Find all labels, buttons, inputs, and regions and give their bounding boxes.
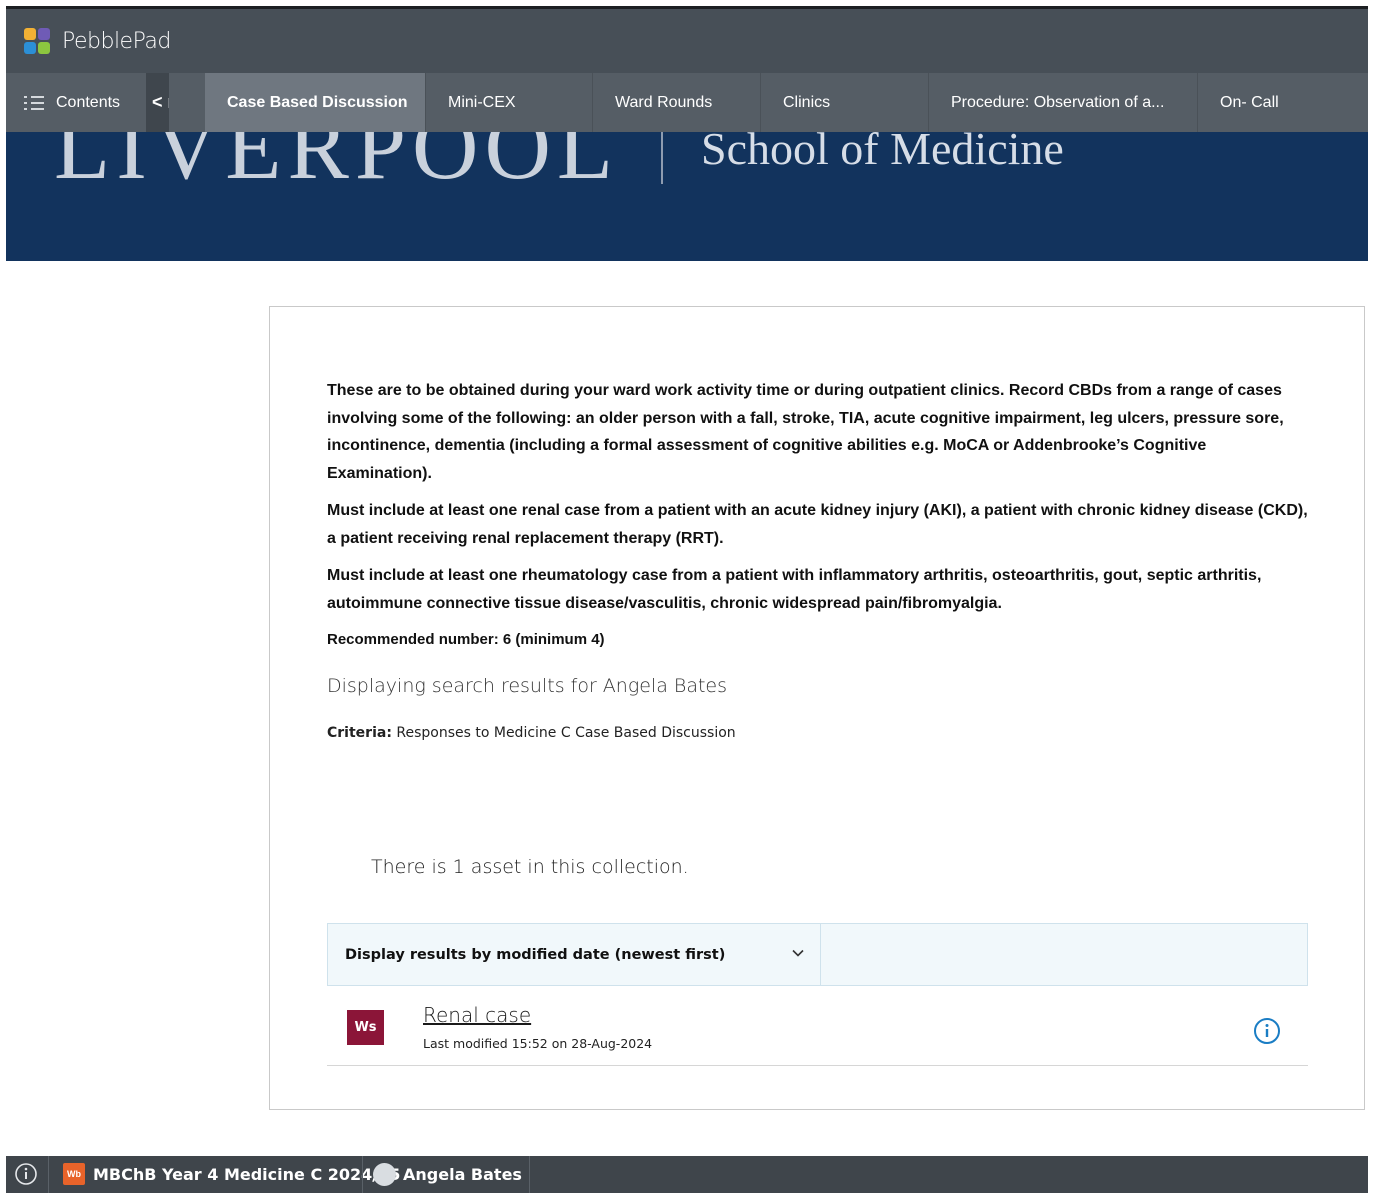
- workbook-link[interactable]: MBChB Year 4 Medicine C 2024/25: [93, 1165, 400, 1184]
- asset-row: Ws Renal case Last modified 15:52 on 28-…: [327, 997, 1308, 1066]
- tab-case-based-discussion[interactable]: Case Based Discussion: [205, 73, 426, 132]
- description-paragraph: These are to be obtained during your war…: [327, 382, 1284, 482]
- footer-bar: Wb MBChB Year 4 Medicine C 2024/25 Angel…: [6, 1156, 1368, 1193]
- info-icon[interactable]: [1253, 1017, 1281, 1045]
- asset-count: There is 1 asset in this collection.: [371, 856, 689, 878]
- banner-divider: [661, 132, 663, 184]
- nav-scroll-back-button[interactable]: < n: [146, 73, 169, 132]
- pebblepad-logo-icon: [24, 28, 52, 56]
- sort-bar: Display results by modified date (newest…: [327, 923, 1308, 986]
- chevron-down-icon: [792, 949, 804, 957]
- sort-dropdown[interactable]: Display results by modified date (newest…: [328, 924, 821, 985]
- tab-on-call[interactable]: On- Call: [1198, 73, 1367, 132]
- contents-list-icon: [24, 94, 44, 112]
- user-name[interactable]: Angela Bates: [403, 1165, 522, 1184]
- user-avatar: [373, 1163, 396, 1186]
- tab-strip: Case Based Discussion Mini-CEX Ward Roun…: [205, 73, 1367, 132]
- criteria-value: Responses to Medicine C Case Based Discu…: [391, 725, 736, 741]
- criteria-label: Criteria:: [327, 725, 392, 741]
- tab-clinics[interactable]: Clinics: [761, 73, 929, 132]
- asset-last-modified: Last modified 15:52 on 28-Aug-2024: [423, 1036, 653, 1051]
- school-banner: LIVERPOOL School of Medicine: [6, 132, 1368, 261]
- description-paragraph: Must include at least one rheumatology c…: [327, 567, 1262, 612]
- asset-title-link[interactable]: Renal case: [423, 1003, 531, 1027]
- sort-label: Display results by modified date (newest…: [345, 946, 726, 963]
- info-icon[interactable]: [14, 1162, 38, 1186]
- nav-bar: Contents < n Case Based Discussion Mini-…: [6, 73, 1368, 132]
- tab-mini-cex[interactable]: Mini-CEX: [426, 73, 593, 132]
- footer-divider: [362, 1156, 363, 1193]
- workspace-type-badge: Ws: [347, 1010, 384, 1045]
- contents-button[interactable]: Contents: [6, 73, 146, 132]
- tab-procedure-observation[interactable]: Procedure: Observation of a...: [929, 73, 1198, 132]
- collection-card: These are to be obtained during your war…: [269, 306, 1365, 1110]
- app-frame: PebblePad Contents < n Case Based Discus…: [6, 6, 1368, 1193]
- footer-divider: [529, 1156, 530, 1193]
- recommended-number: Recommended number: 6 (minimum 4): [327, 631, 605, 648]
- collection-description: These are to be obtained during your war…: [327, 377, 1312, 627]
- top-bar: PebblePad: [6, 6, 1368, 73]
- search-results-heading: Displaying search results for Angela Bat…: [327, 675, 728, 697]
- university-wordmark: LIVERPOOL: [54, 132, 620, 198]
- tab-ward-rounds[interactable]: Ward Rounds: [593, 73, 761, 132]
- school-wordmark: School of Medicine: [701, 132, 1064, 174]
- description-paragraph: Must include at least one renal case fro…: [327, 502, 1308, 547]
- footer-divider: [48, 1156, 49, 1193]
- contents-label: Contents: [56, 93, 121, 111]
- workbook-icon: Wb: [63, 1163, 85, 1185]
- criteria-line: Criteria: Responses to Medicine C Case B…: [327, 725, 736, 741]
- brand-name: PebblePad: [62, 29, 171, 54]
